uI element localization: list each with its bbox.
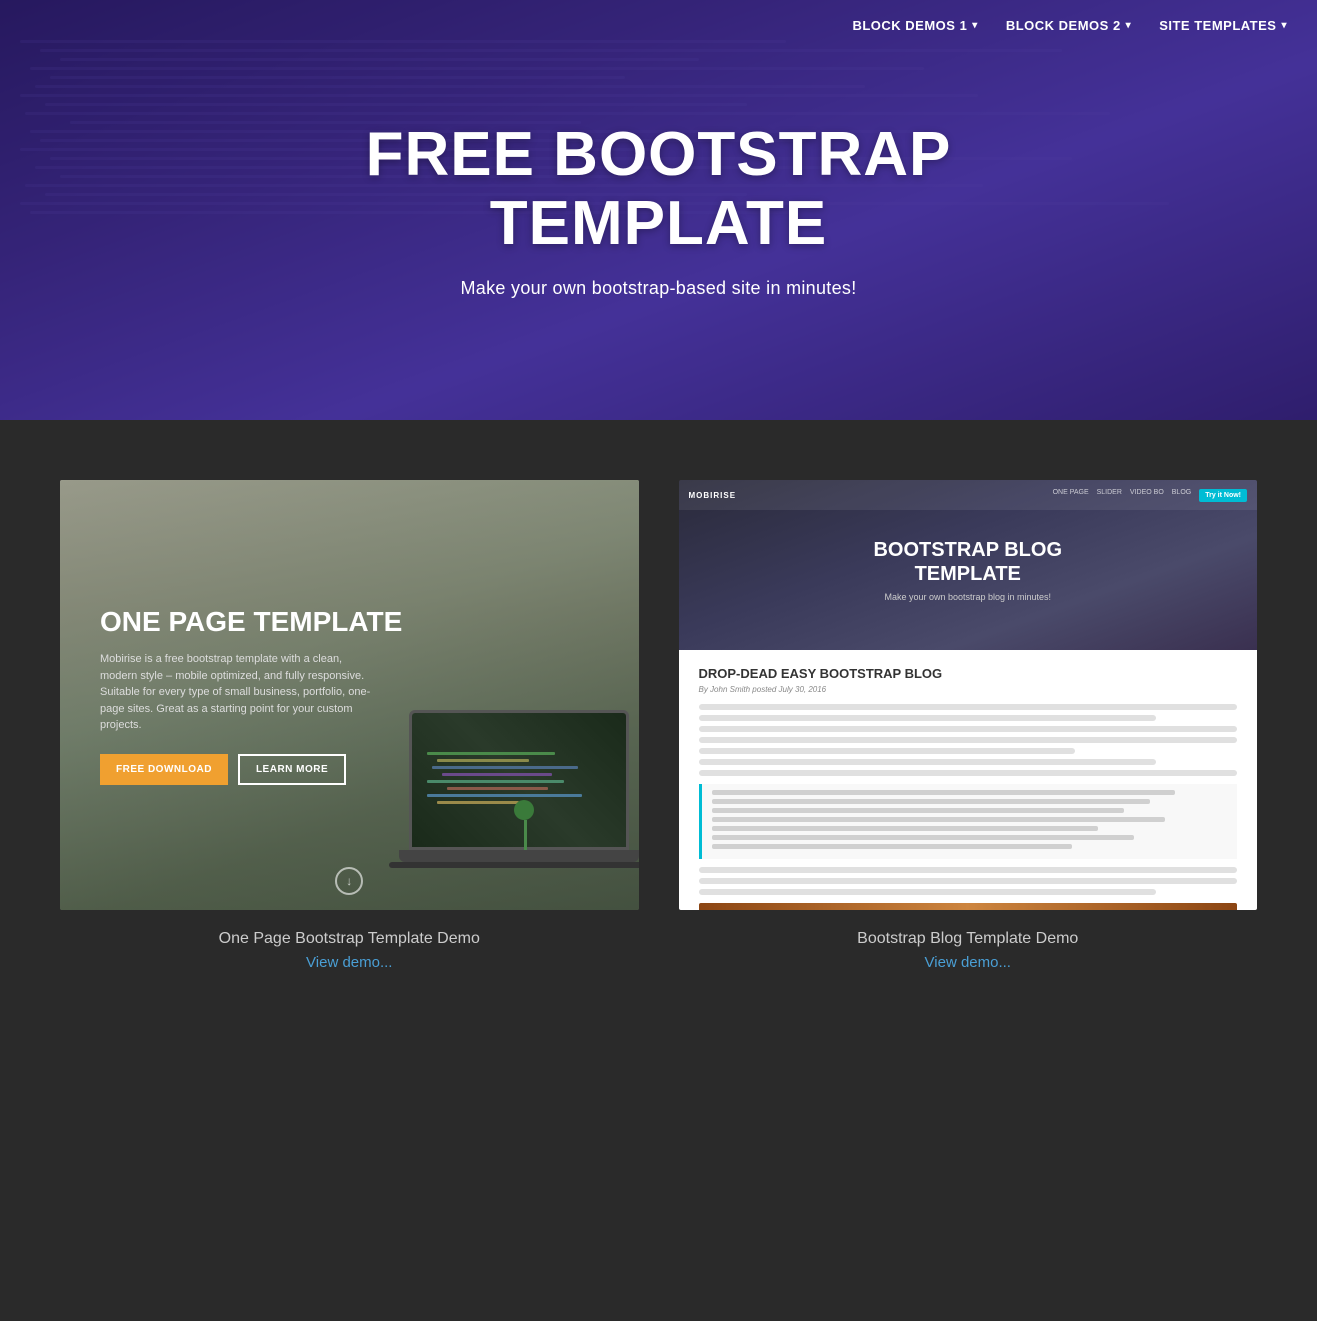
blog-text-line-8	[699, 867, 1238, 873]
blog-hero-section: MOBIRISE ONE PAGE SLIDER VIDEO BO BLOG T…	[679, 480, 1258, 650]
nav-item-block-demos-2[interactable]: BLOCK DEMOS 2 ▾	[1006, 18, 1131, 33]
blog-nav-links: ONE PAGE SLIDER VIDEO BO BLOG Try it Now…	[1053, 489, 1247, 502]
blog-text-line-4	[699, 737, 1238, 743]
hero-content: FREE BOOTSTRAPTEMPLATE Make your own boo…	[326, 121, 992, 298]
quote-line-4	[712, 817, 1166, 822]
one-page-buttons: FREE DOWNLOAD LEARN MORE	[100, 754, 599, 785]
blog-brand: MOBIRISE	[689, 491, 737, 500]
one-page-template-title: ONE PAGE TEMPLATE	[100, 605, 599, 639]
quote-line-5	[712, 826, 1099, 831]
learn-more-button[interactable]: LEARN MORE	[238, 754, 346, 785]
blog-content-section: DROP-DEAD EASY BOOTSTRAP BLOG By John Sm…	[679, 650, 1258, 910]
hero-title: FREE BOOTSTRAPTEMPLATE	[366, 121, 952, 257]
blog-food-image	[699, 903, 1238, 910]
blog-text-line-5	[699, 748, 1076, 754]
blog-bg: MOBIRISE ONE PAGE SLIDER VIDEO BO BLOG T…	[679, 480, 1258, 910]
blog-byline: By John Smith posted July 30, 2016	[699, 685, 1238, 694]
cards-grid: ONE PAGE TEMPLATE Mobirise is a free boo…	[60, 480, 1257, 971]
laptop-base	[399, 850, 639, 862]
card-one-page-link[interactable]: View demo...	[306, 954, 392, 971]
blog-text-line-2	[699, 715, 1157, 721]
free-download-button[interactable]: FREE DOWNLOAD	[100, 754, 228, 785]
nav-label-site-templates: SITE TEMPLATES	[1159, 18, 1276, 33]
nav-label-block-demos-1: BLOCK DEMOS 1	[852, 18, 967, 33]
nav-item-block-demos-1[interactable]: BLOCK DEMOS 1 ▾	[852, 18, 977, 33]
blog-nav-blog: BLOG	[1172, 489, 1191, 502]
card-one-page-image[interactable]: ONE PAGE TEMPLATE Mobirise is a free boo…	[60, 480, 639, 910]
card-blog: MOBIRISE ONE PAGE SLIDER VIDEO BO BLOG T…	[679, 480, 1258, 971]
blog-hero-text: BOOTSTRAP BLOGTEMPLATE Make your own boo…	[873, 538, 1062, 602]
blog-text-line-10	[699, 889, 1157, 895]
blog-text-line-9	[699, 878, 1238, 884]
scroll-down-icon[interactable]: ↓	[335, 867, 363, 895]
quote-line-2	[712, 799, 1150, 804]
quote-line-6	[712, 835, 1135, 840]
plant-decoration	[509, 800, 539, 850]
card-blog-image[interactable]: MOBIRISE ONE PAGE SLIDER VIDEO BO BLOG T…	[679, 480, 1258, 910]
card-one-page: ONE PAGE TEMPLATE Mobirise is a free boo…	[60, 480, 639, 971]
blog-try-button[interactable]: Try it Now!	[1199, 489, 1247, 502]
blog-template-title: BOOTSTRAP BLOGTEMPLATE	[873, 538, 1062, 586]
blog-quote-block	[699, 784, 1238, 859]
quote-line-1	[712, 790, 1176, 795]
card-blog-label: Bootstrap Blog Template Demo	[857, 930, 1078, 948]
blog-nav-one-page: ONE PAGE	[1053, 489, 1089, 502]
one-page-content: ONE PAGE TEMPLATE Mobirise is a free boo…	[100, 605, 599, 784]
hero-section: FREE BOOTSTRAPTEMPLATE Make your own boo…	[0, 0, 1317, 420]
main-content: ONE PAGE TEMPLATE Mobirise is a free boo…	[0, 420, 1317, 1051]
blog-text-line-7	[699, 770, 1238, 776]
laptop-bottom	[389, 862, 639, 868]
card-one-page-label: One Page Bootstrap Template Demo	[219, 930, 480, 948]
blog-article-title: DROP-DEAD EASY BOOTSTRAP BLOG	[699, 666, 1238, 681]
nav-label-block-demos-2: BLOCK DEMOS 2	[1006, 18, 1121, 33]
blog-text-line-6	[699, 759, 1157, 765]
blog-text-line-1	[699, 704, 1238, 710]
nav-item-site-templates[interactable]: SITE TEMPLATES ▾	[1159, 18, 1287, 33]
blog-nav-video: VIDEO BO	[1130, 489, 1164, 502]
blog-nav-bar: MOBIRISE ONE PAGE SLIDER VIDEO BO BLOG T…	[679, 480, 1258, 510]
blog-nav-slider: SLIDER	[1097, 489, 1122, 502]
top-nav: BLOCK DEMOS 1 ▾ BLOCK DEMOS 2 ▾ SITE TEM…	[0, 0, 1317, 51]
blog-hero-sub: Make your own bootstrap blog in minutes!	[873, 592, 1062, 602]
one-page-bg: ONE PAGE TEMPLATE Mobirise is a free boo…	[60, 480, 639, 910]
quote-line-3	[712, 808, 1124, 813]
blog-text-line-3	[699, 726, 1238, 732]
hero-subtitle: Make your own bootstrap-based site in mi…	[366, 278, 952, 299]
chevron-down-icon: ▾	[1281, 20, 1287, 31]
quote-line-7	[712, 844, 1073, 849]
chevron-down-icon: ▾	[1126, 20, 1132, 31]
one-page-desc: Mobirise is a free bootstrap template wi…	[100, 651, 380, 734]
chevron-down-icon: ▾	[972, 20, 978, 31]
card-blog-link[interactable]: View demo...	[925, 954, 1011, 971]
